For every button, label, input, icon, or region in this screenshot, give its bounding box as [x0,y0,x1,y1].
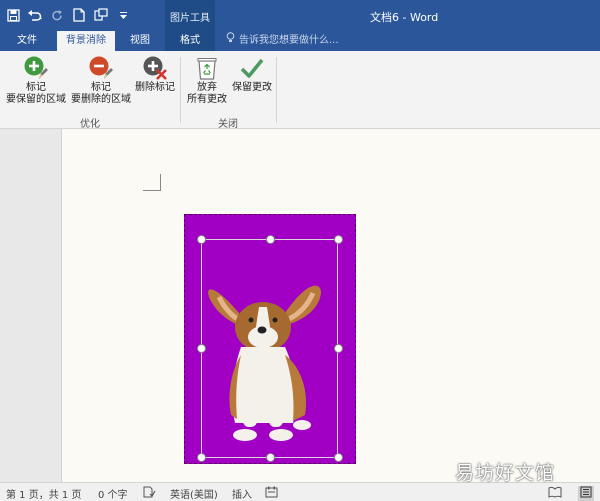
ribbon: 标记 要保留的区域 标记 要删除的区域 删除标记 优化 放弃 所有更改 保留更改… [0,51,600,130]
tab-format[interactable]: 格式 [165,31,215,51]
keep-area-selection[interactable] [201,239,338,458]
resize-handle-top-right[interactable] [334,235,343,244]
print-layout-icon[interactable] [578,486,594,501]
proofing-icon[interactable] [143,486,156,501]
mark-keep-label-1: 标记 [26,82,46,93]
touch-mode-icon[interactable] [92,6,110,24]
macro-record-icon[interactable] [265,486,278,501]
delete-mark-label: 删除标记 [135,82,175,93]
document-area[interactable] [0,129,600,482]
language-indicator[interactable]: 英语(美国) [170,486,218,501]
keep-changes-label: 保留更改 [232,82,272,93]
page-margin-corner-mark [143,174,161,191]
group-separator [180,57,181,123]
picture-tools-context-label: 图片工具 [165,0,215,31]
mark-remove-icon [88,55,114,81]
redo-icon[interactable] [48,6,66,24]
resize-handle-bottom[interactable] [266,453,275,462]
resize-handle-left[interactable] [197,344,206,353]
discard-changes-button[interactable]: 放弃 所有更改 [184,55,230,106]
mark-keep-icon [23,55,49,81]
tell-me-box[interactable]: 告诉我您想要做什么... [226,31,339,51]
left-margin-strip [0,129,62,482]
mark-keep-button[interactable]: 标记 要保留的区域 [5,55,67,106]
group-label-refine: 优化 [80,119,100,130]
resize-handle-top[interactable] [266,235,275,244]
quick-access-toolbar [4,5,132,25]
group-separator [276,57,277,123]
discard-label-2: 所有更改 [187,94,227,105]
resize-handle-right[interactable] [334,344,343,353]
tab-background-removal[interactable]: 背景消除 [57,31,115,51]
save-icon[interactable] [4,6,22,24]
resize-handle-top-left[interactable] [197,235,206,244]
new-document-icon[interactable] [70,6,88,24]
read-mode-icon[interactable] [548,486,562,501]
group-label-close: 关闭 [218,119,238,130]
checkmark-icon [239,55,265,81]
resize-handle-bottom-right[interactable] [334,453,343,462]
ribbon-tabs: 文件 背景消除 视图 格式 告诉我您想要做什么... [0,31,600,51]
customize-qat-icon[interactable] [114,6,132,24]
insert-mode[interactable]: 插入 [232,486,252,501]
site-watermark: 易坊好文馆 [455,462,556,484]
discard-label-1: 放弃 [197,82,217,93]
keep-changes-button[interactable]: 保留更改 [230,55,274,94]
mark-remove-label-2: 要删除的区域 [71,94,131,105]
delete-mark-button[interactable]: 删除标记 [133,55,177,94]
page-count[interactable]: 第 1 页，共 1 页 [6,486,81,501]
recycle-bin-icon [194,55,220,81]
tab-file[interactable]: 文件 [8,31,46,51]
lightbulb-icon [226,31,235,51]
word-count[interactable]: 0 个字 [98,486,128,501]
tell-me-text: 告诉我您想要做什么... [239,35,339,46]
delete-mark-icon [142,55,168,81]
undo-icon[interactable] [26,6,44,24]
resize-handle-bottom-left[interactable] [197,453,206,462]
window-title: 文档6 - Word [370,11,439,24]
mark-remove-button[interactable]: 标记 要删除的区域 [69,55,133,106]
mark-keep-label-2: 要保留的区域 [6,94,66,105]
mark-remove-label-1: 标记 [91,82,111,93]
tab-view[interactable]: 视图 [121,31,159,51]
title-bar: 图片工具 文档6 - Word [0,0,600,31]
